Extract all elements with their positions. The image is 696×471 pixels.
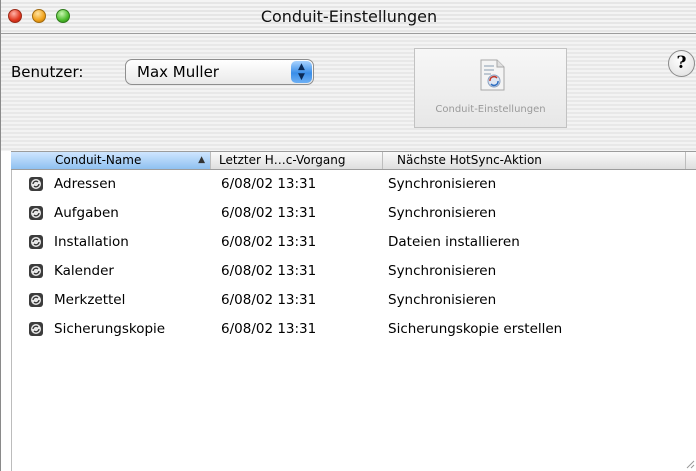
hotsync-conduit-icon (29, 293, 43, 307)
table-row[interactable]: Merkzettel 6/08/02 13:31 Synchronisieren (12, 286, 696, 315)
hotsync-conduit-icon (29, 235, 43, 249)
next-hotsync-action: Sicherungskopie erstellen (388, 321, 563, 337)
last-hotsync: 6/08/02 13:31 (221, 176, 317, 192)
conduit-settings-window: Conduit-Einstellungen Benutzer: Max Mull… (0, 0, 696, 471)
user-label: Benutzer: (11, 63, 84, 81)
next-hotsync-action: Dateien installieren (388, 234, 520, 250)
conduit-name: Merkzettel (54, 292, 126, 308)
conduit-name: Sicherungskopie (54, 321, 166, 337)
title-bar[interactable]: Conduit-Einstellungen (1, 0, 696, 34)
column-header-label: Conduit-Name (55, 153, 142, 167)
hotsync-conduit-icon (29, 177, 43, 191)
toolbar: Benutzer: Max Muller ▲ ▼ Conduit-Einstell… (1, 34, 696, 151)
conduit-list[interactable]: Adressen 6/08/02 13:31 Synchronisieren Aufg… (11, 170, 696, 471)
table-header: Conduit-Name ▲ Letzter H…c-Vorgang Nächs… (11, 151, 696, 170)
last-hotsync: 6/08/02 13:31 (221, 234, 317, 250)
column-header-label: Letzter H…c-Vorgang (219, 153, 346, 167)
last-hotsync: 6/08/02 13:31 (221, 292, 317, 308)
next-hotsync-action: Synchronisieren (388, 292, 497, 308)
hotsync-conduit-icon (29, 264, 43, 278)
popup-arrows-icon: ▲ ▼ (291, 61, 312, 83)
last-hotsync: 6/08/02 13:31 (221, 321, 317, 337)
conduit-name: Adressen (54, 176, 117, 192)
next-hotsync-action: Synchronisieren (388, 205, 497, 221)
sort-ascending-icon: ▲ (198, 155, 205, 165)
last-hotsync: 6/08/02 13:31 (221, 205, 317, 221)
table-row[interactable]: Installation 6/08/02 13:31 Dateien install… (12, 228, 696, 257)
column-header-next-action[interactable]: Nächste HotSync-Aktion (383, 152, 686, 169)
table-row[interactable]: Sicherungskopie 6/08/02 13:31 Sicherungsko… (12, 315, 696, 344)
table-row[interactable]: Aufgaben 6/08/02 13:31 Synchronisieren (12, 199, 696, 228)
column-header-label: Nächste HotSync-Aktion (397, 153, 542, 167)
hotsync-conduit-icon (29, 322, 43, 336)
user-popup[interactable]: Max Muller ▲ ▼ (125, 59, 314, 85)
column-header-conduit-name[interactable]: Conduit-Name ▲ (11, 152, 211, 169)
user-popup-value: Max Muller (137, 63, 219, 81)
next-hotsync-action: Synchronisieren (388, 176, 497, 192)
resize-grip-icon[interactable] (683, 457, 695, 469)
conduit-settings-button-label: Conduit-Einstellungen (435, 104, 546, 115)
conduit-name: Kalender (54, 263, 114, 279)
column-header-last-hotsync[interactable]: Letzter H…c-Vorgang (211, 152, 383, 169)
conduit-settings-button[interactable]: Conduit-Einstellungen (414, 48, 567, 128)
window-title: Conduit-Einstellungen (260, 7, 438, 26)
hotsync-conduit-icon (29, 206, 43, 220)
conduit-settings-icon (480, 59, 505, 91)
conduit-name: Aufgaben (54, 205, 119, 221)
table-row[interactable]: Adressen 6/08/02 13:31 Synchronisieren (12, 170, 696, 199)
next-hotsync-action: Synchronisieren (388, 263, 497, 279)
last-hotsync: 6/08/02 13:31 (221, 263, 317, 279)
help-button[interactable]: ? (668, 50, 695, 77)
table-row[interactable]: Kalender 6/08/02 13:31 Synchronisieren (12, 257, 696, 286)
conduit-name: Installation (54, 234, 129, 250)
